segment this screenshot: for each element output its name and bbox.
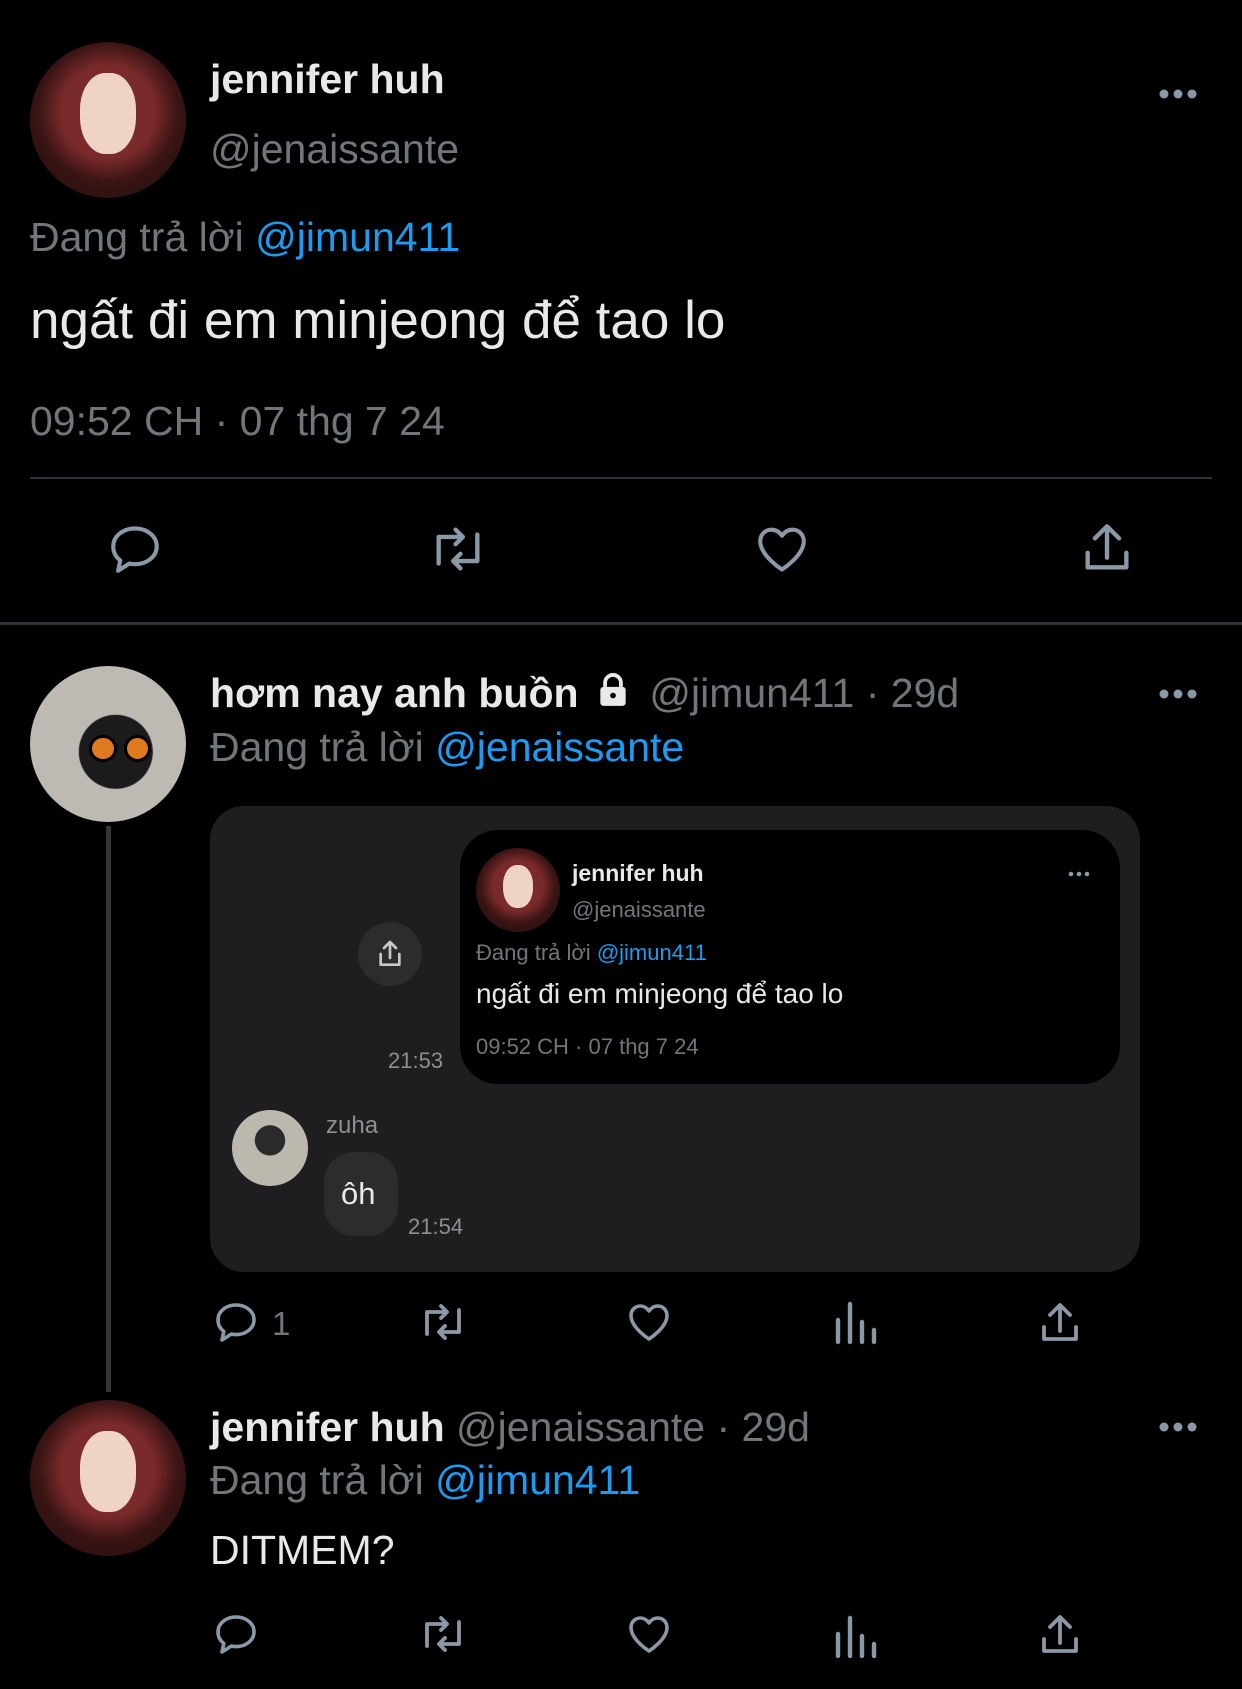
shared-tweet-timestamp: 09:52 CH · 07 thg 7 24	[476, 1034, 699, 1059]
divider	[30, 477, 1212, 479]
analytics-icon[interactable]	[834, 1612, 878, 1660]
tweet-timestamp[interactable]: 09:52 CH · 07 thg 7 24	[30, 398, 445, 445]
reply-prefix: Đang trả lời	[210, 724, 424, 770]
shared-tweet-author: jennifer huh	[572, 860, 704, 886]
shared-tweet-avatar	[476, 848, 560, 932]
author-name[interactable]: jennifer huh	[210, 56, 445, 103]
more-options-icon[interactable]	[1158, 1421, 1198, 1433]
thread-line	[106, 826, 111, 1392]
shared-tweet[interactable]: jennifer huh @jenaissante Đang trả lời @…	[460, 830, 1120, 1084]
more-options-icon[interactable]	[1158, 688, 1198, 700]
more-options-icon	[1068, 870, 1090, 878]
shared-tweet-text: ngất đi em minjeong để tao lo	[476, 978, 844, 1009]
chat-time: 21:54	[408, 1214, 464, 1239]
reply-to-link[interactable]: @jimun411	[435, 1457, 640, 1503]
share-icon	[374, 938, 406, 970]
reply-icon[interactable]	[106, 520, 164, 578]
author-avatar[interactable]	[30, 42, 186, 198]
retweet-icon[interactable]	[426, 520, 490, 578]
forward-button[interactable]	[358, 922, 422, 986]
reply2-header: jennifer huh @jenaissante · 29d	[210, 1404, 810, 1451]
shared-tweet-handle: @jenaissante	[572, 897, 706, 922]
chat-message: ôh	[341, 1176, 376, 1211]
reply-to-link: @jimun411	[596, 940, 707, 965]
reply1-author-name[interactable]: hơm nay anh buồn	[210, 670, 579, 716]
chat-user-name: zuha	[326, 1112, 379, 1139]
author-handle[interactable]: @jenaissante	[210, 126, 459, 173]
chat-bubble: ôh	[324, 1152, 398, 1236]
reply2-avatar[interactable]	[30, 1400, 186, 1556]
replying-to-line: Đang trả lời @jimun411	[210, 1457, 640, 1504]
reply2-handle[interactable]: @jenaissante	[456, 1404, 705, 1450]
reply-to-link[interactable]: @jimun411	[255, 214, 460, 260]
replying-to-line: Đang trả lời @jenaissante	[210, 724, 684, 771]
reply-icon[interactable]	[212, 1298, 260, 1346]
chat-user-avatar	[232, 1110, 308, 1186]
like-icon[interactable]	[752, 520, 812, 578]
replying-to-line: Đang trả lời @jimun411	[30, 214, 460, 261]
reply-to-link[interactable]: @jenaissante	[435, 724, 684, 770]
more-options-icon[interactable]	[1158, 88, 1198, 100]
reply-prefix: Đang trả lời	[30, 214, 244, 260]
sent-time: 21:53	[388, 1048, 444, 1073]
reply1-avatar[interactable]	[30, 666, 186, 822]
share-icon[interactable]	[1036, 1298, 1084, 1348]
reply1-header: hơm nay anh buồn @jimun411 · 29d	[210, 670, 959, 717]
shared-tweet-replying: Đang trả lời @jimun411	[476, 940, 707, 966]
like-icon[interactable]	[624, 1610, 674, 1658]
reply2-author-name[interactable]: jennifer huh	[210, 1404, 445, 1450]
retweet-icon[interactable]	[416, 1610, 470, 1658]
retweet-icon[interactable]	[416, 1298, 470, 1346]
like-icon[interactable]	[624, 1298, 674, 1346]
analytics-icon[interactable]	[834, 1298, 878, 1346]
lock-icon	[594, 671, 632, 709]
reply-prefix: Đang trả lời	[476, 940, 591, 965]
reply2-age[interactable]: · 29d	[716, 1404, 809, 1450]
attached-image[interactable]: 21:53 jennifer huh @jenaissante Đang trả…	[210, 806, 1140, 1272]
reply-count[interactable]: 1	[272, 1305, 290, 1343]
reply-icon[interactable]	[212, 1610, 260, 1658]
share-icon[interactable]	[1036, 1610, 1084, 1660]
reply-prefix: Đang trả lời	[210, 1457, 424, 1503]
tweet-text: ngất đi em minjeong để tao lo	[30, 291, 726, 350]
share-icon[interactable]	[1078, 518, 1136, 578]
reply1-handle[interactable]: @jimun411	[649, 670, 854, 716]
divider	[0, 622, 1242, 625]
reply1-age[interactable]: · 29d	[866, 670, 959, 716]
reply2-text: DITMEM?	[210, 1527, 395, 1573]
